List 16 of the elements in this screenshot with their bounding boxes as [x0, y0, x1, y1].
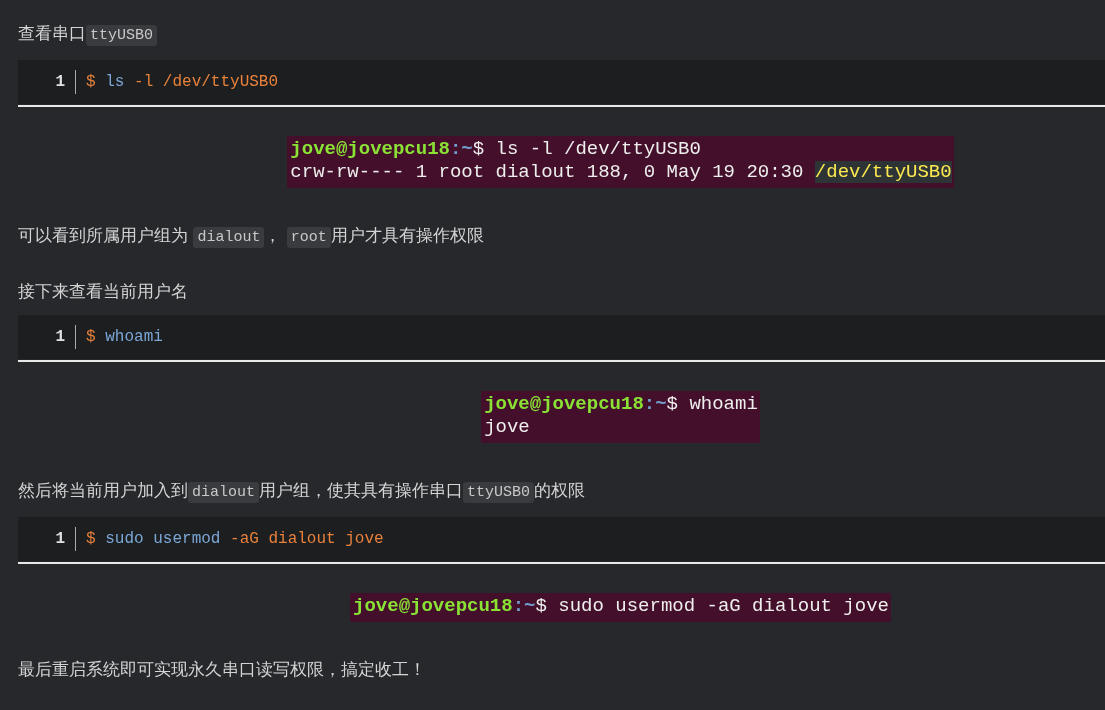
- code-line: $ whoami: [85, 328, 163, 346]
- terminal-line: jove@jovepcu18:~$ sudo usermod -aG dialout jove: [353, 595, 889, 618]
- paragraph: 接下来查看当前用户名: [18, 280, 189, 303]
- terminal-line: jove: [484, 416, 531, 439]
- paragraph: 可以看到所属用户组为 dialout ， root 用户才具有操作权限: [18, 224, 485, 250]
- terminal-line: jove@jovepcu18:~$ whoami: [484, 393, 758, 416]
- line-number: 1: [18, 70, 76, 94]
- terminal-line: crw-rw---- 1 root dialout 188, 0 May 19 20:30 /dev/ttyUSB0: [290, 161, 952, 184]
- paragraph: 查看串口 ttyUSB0: [18, 20, 1105, 49]
- paragraph: 然后将当前用户加入到 dialout 用户组，使其具有操作串口 ttyUSB0 的权限: [18, 479, 587, 505]
- code-line: $ ls -l /dev/ttyUSB0: [85, 73, 279, 91]
- code-line: $ sudo usermod -aG dialout jove: [85, 530, 384, 548]
- line-number: 1: [18, 527, 76, 551]
- line-number: 1: [18, 325, 76, 349]
- terminal-line: jove@jovepcu18:~$ ls -l /dev/ttyUSB0: [290, 138, 702, 161]
- paragraph: 最后重启系统即可实现永久串口读写权限，搞定收工！: [18, 658, 427, 681]
